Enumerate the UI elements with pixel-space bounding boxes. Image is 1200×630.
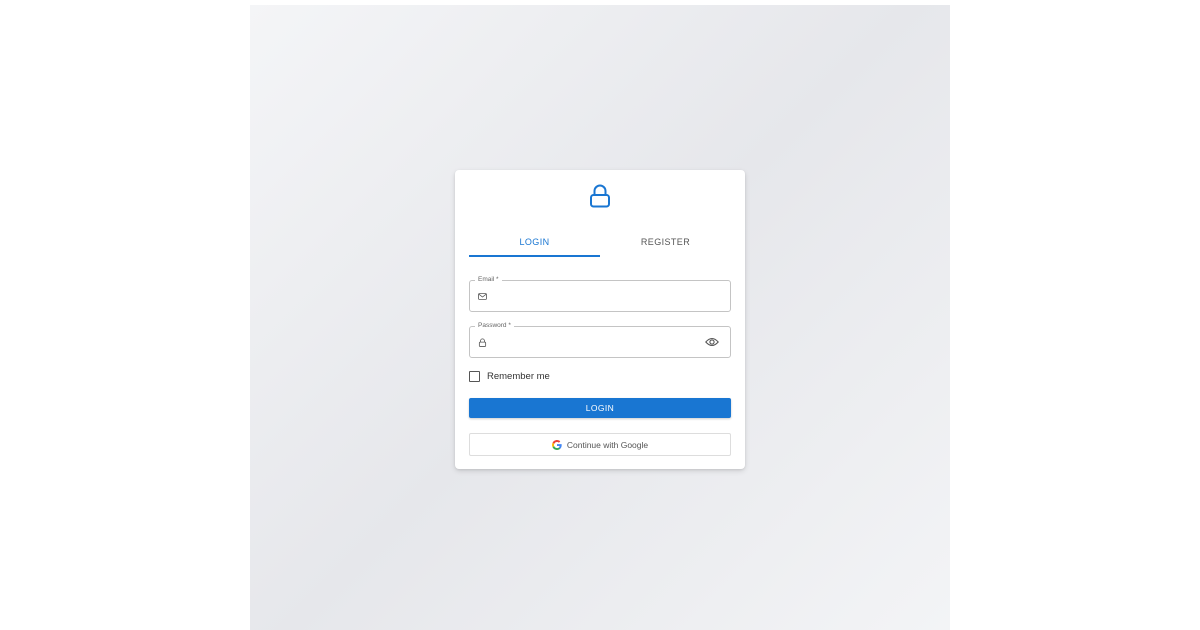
google-login-button[interactable]: Continue with Google xyxy=(469,433,731,456)
lock-icon xyxy=(478,338,487,347)
auth-card: LOGIN REGISTER Email * Password * Rememb… xyxy=(455,170,745,469)
mail-icon xyxy=(478,293,487,300)
login-button[interactable]: LOGIN xyxy=(469,398,731,418)
google-login-label: Continue with Google xyxy=(566,439,649,450)
email-input[interactable] xyxy=(492,285,692,307)
remember-me-label: Remember me xyxy=(487,370,550,382)
tab-login[interactable]: LOGIN xyxy=(469,230,600,257)
remember-me-checkbox[interactable] xyxy=(469,370,480,382)
remember-me[interactable]: Remember me xyxy=(469,369,550,383)
tab-register[interactable]: REGISTER xyxy=(600,230,731,257)
password-label: Password * xyxy=(475,321,514,331)
email-field[interactable]: Email * xyxy=(469,275,731,312)
auth-tabs: LOGIN REGISTER xyxy=(469,230,731,257)
password-input[interactable] xyxy=(492,331,692,353)
lock-icon xyxy=(590,184,610,208)
google-icon xyxy=(551,439,562,450)
eye-icon[interactable] xyxy=(705,336,719,348)
email-label: Email * xyxy=(475,275,502,285)
password-field[interactable]: Password * xyxy=(469,321,731,358)
